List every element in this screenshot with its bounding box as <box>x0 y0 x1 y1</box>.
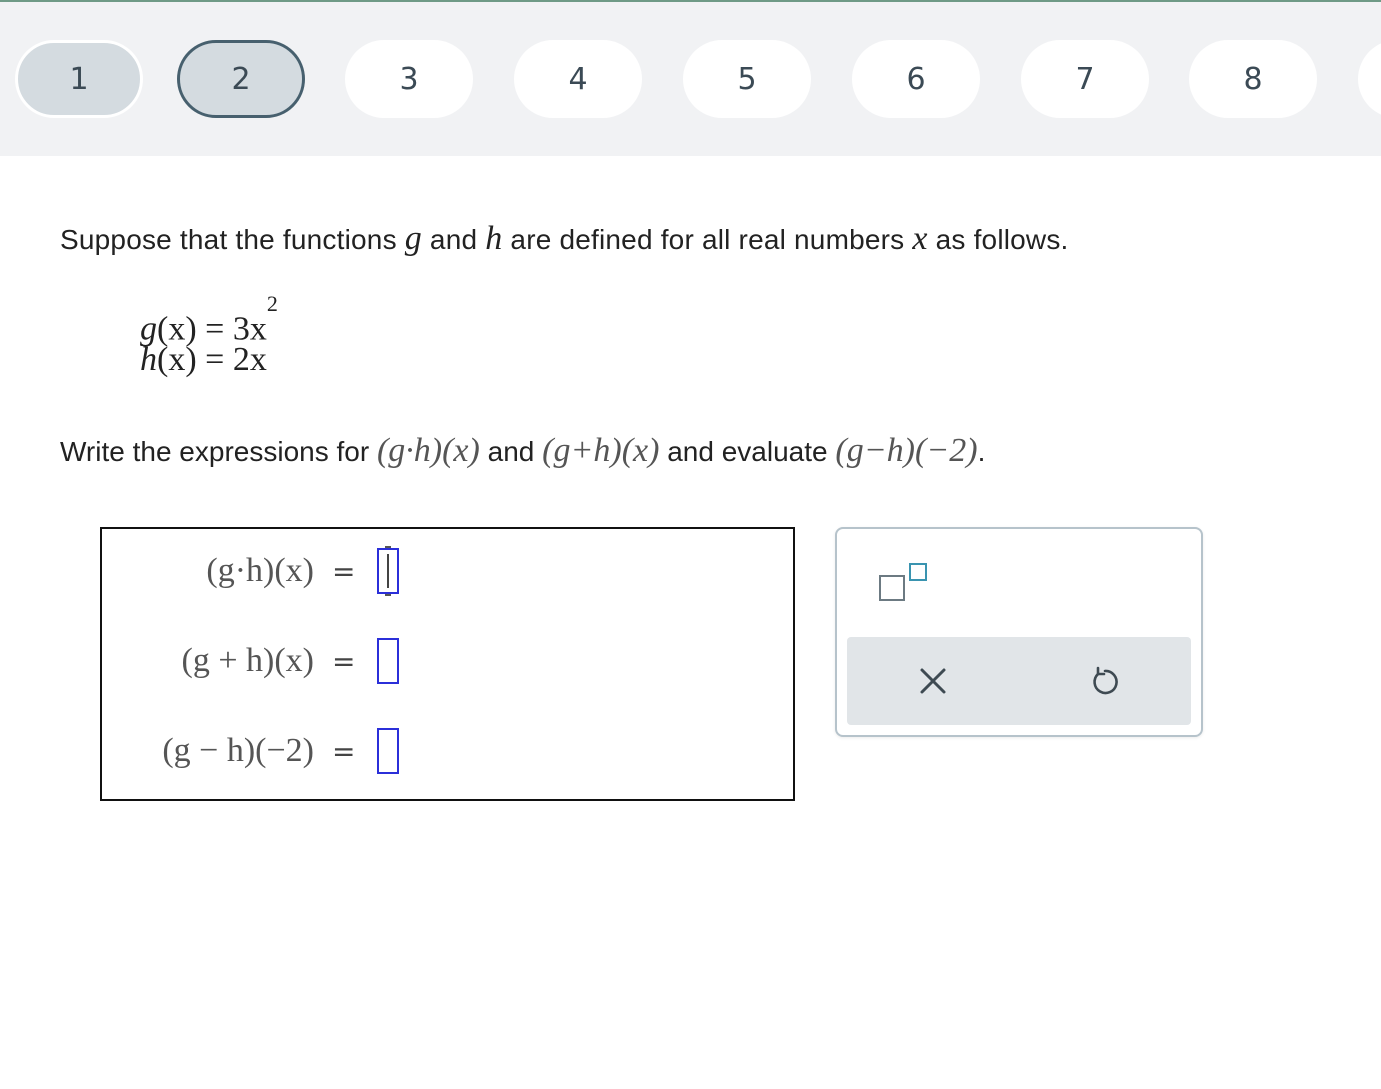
task-text: Write the expressions for <box>60 436 377 467</box>
palette-actions <box>847 637 1191 725</box>
question-6-button[interactable]: 6 <box>852 40 980 118</box>
intro-text: are defined for all real numbers <box>502 224 913 255</box>
intro-text: Suppose that the functions <box>60 224 405 255</box>
undo-icon <box>1093 666 1118 695</box>
math-palette <box>835 527 1203 737</box>
question-8-button[interactable]: 8 <box>1189 40 1317 118</box>
task-text: and evaluate <box>659 436 836 467</box>
equals-sign: = <box>332 554 356 588</box>
answer-label-product: (g·h)(x) <box>206 552 314 589</box>
question-2-button[interactable]: 2 <box>177 40 305 118</box>
task-text: and <box>479 436 543 467</box>
question-3-button[interactable]: 3 <box>345 40 473 118</box>
answer-input-sum[interactable] <box>377 638 400 684</box>
intro-text: as follows. <box>927 224 1069 255</box>
def-g-exponent: 2 <box>266 291 278 316</box>
answer-row-difference: (g − h)(−2) = <box>102 721 402 781</box>
task-instruction: Write the expressions for (g·h)(x) and (… <box>60 432 985 470</box>
task-text: . <box>977 436 986 467</box>
task-expr-difference: (g−h)(−2) <box>835 432 978 469</box>
question-next-partial-button[interactable] <box>1358 40 1381 118</box>
definition-g: g(x) = 3x2 <box>140 291 278 347</box>
def-h-name: h <box>140 341 157 378</box>
clear-button[interactable] <box>847 637 1019 725</box>
var-x: x <box>912 220 928 257</box>
def-h-expression: (x) = 2x <box>157 341 267 378</box>
var-h: h <box>485 220 503 257</box>
equals-sign: = <box>332 644 356 678</box>
question-4-button[interactable]: 4 <box>514 40 642 118</box>
answer-label-difference: (g − h)(−2) <box>162 732 314 769</box>
definition-h: h(x) = 2x <box>140 340 278 380</box>
question-7-button[interactable]: 7 <box>1021 40 1149 118</box>
function-definitions: g(x) = 3x2 h(x) = 2x <box>140 291 278 380</box>
exponent-base-box <box>879 575 905 601</box>
question-navigation: 1 2 3 4 5 6 7 8 <box>0 2 1381 156</box>
task-expr-sum: (g+h)(x) <box>542 432 660 469</box>
answer-input-product[interactable] <box>377 546 400 596</box>
answer-box: (g·h)(x) = (g + h)(x) = (g − h)(−2) = <box>100 527 795 801</box>
close-x-icon <box>920 668 946 694</box>
question-5-button[interactable]: 5 <box>683 40 811 118</box>
undo-button[interactable] <box>1019 637 1191 725</box>
equals-sign: = <box>332 734 356 768</box>
answer-row-product: (g·h)(x) = <box>102 541 402 601</box>
answer-label-sum: (g + h)(x) <box>181 642 314 679</box>
intro-text: and <box>421 224 486 255</box>
answer-input-difference[interactable] <box>377 728 400 774</box>
question-1-button[interactable]: 1 <box>15 40 143 118</box>
text-cursor <box>387 554 390 588</box>
var-g: g <box>404 220 422 257</box>
exponent-template-icon[interactable] <box>877 559 933 609</box>
task-expr-product: (g·h)(x) <box>376 432 480 469</box>
exponent-power-box <box>909 563 927 581</box>
answer-row-sum: (g + h)(x) = <box>102 631 402 691</box>
problem-intro: Suppose that the functions g and h are d… <box>60 220 1069 258</box>
